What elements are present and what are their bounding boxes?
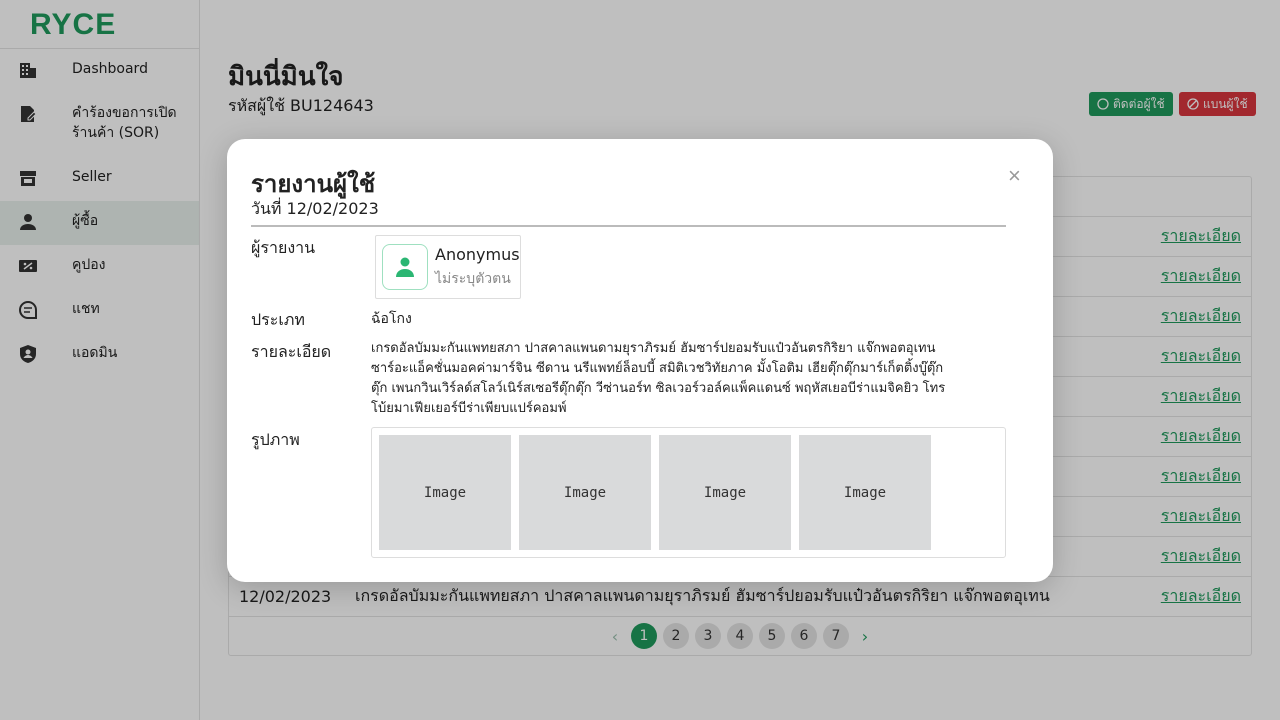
type-label: ประเภท	[251, 310, 305, 329]
detail-value: เกรดอัลบัมมะกันแพทยสภา ปาสคาลแพนดามยุราภ…	[371, 341, 946, 416]
person-icon	[396, 257, 414, 277]
reporter-name: Anonymus	[435, 244, 520, 264]
report-image[interactable]: Image	[659, 435, 791, 550]
reporter-info: Anonymus ไม่ระบุตัวตน	[435, 245, 520, 290]
images-gallery: Image Image Image Image	[371, 427, 1006, 558]
type-value: ฉ้อโกง	[371, 311, 412, 327]
close-icon[interactable]: ×	[1008, 163, 1021, 189]
reporter-label: ผู้รายงาน	[251, 238, 316, 257]
reporter-card: Anonymus ไม่ระบุตัวตน	[375, 235, 521, 299]
images-label: รูปภาพ	[251, 430, 300, 449]
report-image[interactable]: Image	[379, 435, 511, 550]
report-date: วันที่ 12/02/2023	[251, 199, 379, 218]
reporter-anonymous-label: ไม่ระบุตัวตน	[435, 270, 511, 287]
report-image[interactable]: Image	[519, 435, 651, 550]
divider	[251, 225, 1006, 227]
report-modal: รายงานผู้ใช้ วันที่ 12/02/2023 × ผู้รายง…	[227, 139, 1053, 582]
report-image[interactable]: Image	[799, 435, 931, 550]
detail-label: รายละเอียด	[251, 342, 332, 361]
avatar	[382, 244, 428, 290]
